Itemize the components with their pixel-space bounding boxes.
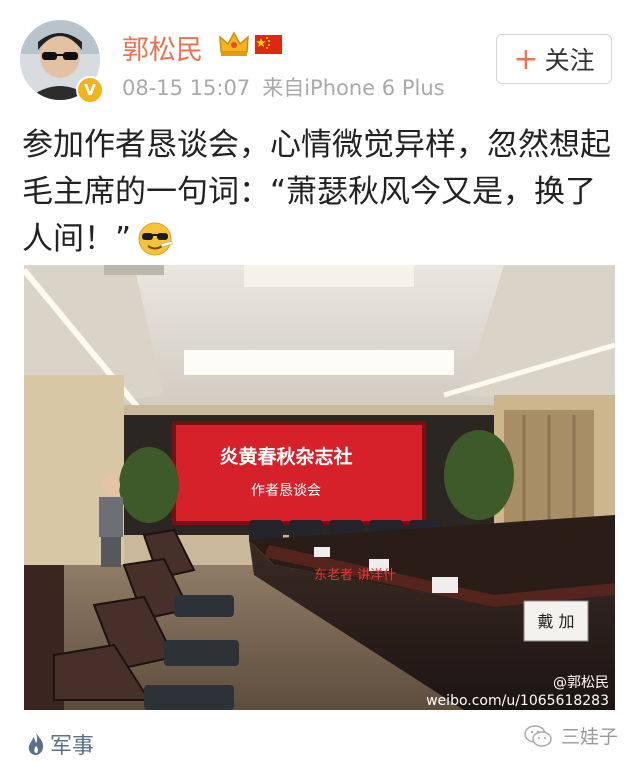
topic-tag-label: 军事 (50, 734, 95, 759)
crown-icon (219, 31, 249, 56)
wechat-account-name: 三娃子 (560, 726, 618, 748)
screen-subtitle: 作者恳谈会 (251, 483, 321, 499)
watermark-url: weibo.com/u/1065618283 (426, 693, 609, 709)
cool-emoji (138, 222, 173, 256)
user-name[interactable]: 郭松民 (122, 28, 203, 67)
follow-label: 关注 (544, 46, 595, 75)
wechat-account-mark: 三娃子 (523, 722, 618, 749)
post-source: 来自iPhone 6 Plus (262, 76, 445, 100)
watermark-handle: @郭松民 (553, 674, 609, 691)
post-photo[interactable]: 炎黄春秋杂志社 作者恳谈会 东老者 讲洋什 戴 加 @郭松民 weibo.com… (24, 265, 615, 710)
china-flag-icon (255, 35, 282, 54)
flame-icon (28, 733, 44, 755)
topic-tag[interactable]: 军事 (26, 728, 94, 760)
post-timestamp: 08-15 15:07 (122, 76, 251, 100)
wechat-icon (524, 724, 552, 747)
name-card-text: 戴 加 (537, 612, 574, 631)
table-text: 东老者 讲洋什 (314, 568, 396, 583)
post-text: 参加作者恳谈会，心情微觉异样，忽然想起毛主席的一句词：“萧瑟秋风今又是，换了人间… (22, 122, 622, 263)
post-body: 参加作者恳谈会，心情微觉异样，忽然想起毛主席的一句词：“萧瑟秋风今又是，换了人间… (22, 127, 611, 257)
plus-icon: + (513, 41, 539, 77)
follow-button[interactable]: + 关注 (496, 34, 612, 84)
conference-room-image: 炎黄春秋杂志社 作者恳谈会 东老者 讲洋什 戴 加 @郭松民 weibo.com… (24, 265, 615, 710)
verified-badge-icon: V (76, 76, 104, 104)
post-meta: 08-15 15:07 来自iPhone 6 Plus (122, 72, 445, 102)
screen-title: 炎黄春秋杂志社 (219, 445, 352, 468)
